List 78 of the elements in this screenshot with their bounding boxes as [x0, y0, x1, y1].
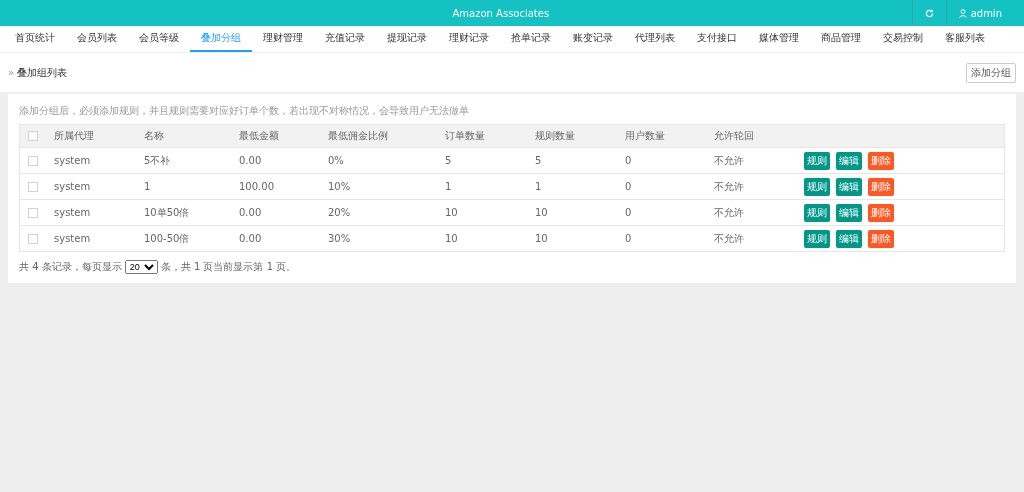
row-checkbox[interactable] [28, 207, 38, 218]
table-cell-text: 1 [445, 181, 453, 192]
row-checkbox[interactable] [28, 155, 38, 166]
page-size-select[interactable]: 20 [124, 260, 158, 274]
column-header: 最低佣金比例 [328, 129, 389, 143]
table-cell-text: 10 [535, 233, 549, 244]
table-cell-text: 0 [625, 207, 633, 218]
app-title: Amazon Associates [452, 7, 550, 19]
pager-text: 条，共 1 页当前显示第 1 页。 [160, 260, 297, 274]
table-cell-text: 20% [328, 207, 352, 218]
nav-tab[interactable]: 理财管理 [252, 26, 314, 52]
table-cell-text: 不允许 [714, 179, 745, 194]
column-header: 允许轮回 [714, 129, 755, 143]
table-cell-text: system [54, 181, 92, 192]
nav-tab[interactable]: 会员等级 [128, 26, 190, 52]
table-cell-text: 0.00 [239, 155, 263, 166]
table-cell-text: system [54, 207, 92, 218]
table-cell-text: 100.00 [239, 181, 275, 192]
table-cell-text: 5不补 [144, 153, 172, 168]
nav-tab[interactable]: 商品管理 [810, 26, 872, 52]
table-cell-text: system [54, 155, 92, 166]
rules-button[interactable]: 规则 [804, 203, 830, 222]
table-cell-text: 10单50倍 [144, 205, 191, 220]
nav-tab[interactable]: 支付接口 [686, 26, 748, 52]
nav-tab[interactable]: 首页统计 [4, 26, 66, 52]
column-header: 名称 [144, 129, 165, 143]
table-cell-text: 0.00 [239, 233, 263, 244]
nav-tab[interactable]: 提现记录 [376, 26, 438, 52]
nav-tab[interactable]: 客服列表 [934, 26, 996, 52]
table-cell-text: 不允许 [714, 153, 745, 168]
table-cell-text: 10 [535, 207, 549, 218]
table-cell-text: 不允许 [714, 205, 745, 220]
nav-tab[interactable]: 代理列表 [624, 26, 686, 52]
rules-button[interactable]: 规则 [804, 177, 830, 196]
edit-button[interactable]: 编辑 [836, 177, 862, 196]
table-cell-text: 0.00 [239, 207, 263, 218]
nav-tab[interactable]: 抢单记录 [500, 26, 562, 52]
edit-button[interactable]: 编辑 [836, 229, 862, 248]
hint-text: 添加分组后，必须添加规则，并且规则需要对应好订单个数，若出现不对称情况，会导致用户无法做单 [19, 104, 470, 118]
column-header: 规则数量 [535, 129, 576, 143]
table-cell-text: 0 [625, 181, 633, 192]
breadcrumb: 叠加组列表 [17, 65, 68, 80]
edit-button[interactable]: 编辑 [836, 203, 862, 222]
rules-button[interactable]: 规则 [804, 151, 830, 170]
rules-button[interactable]: 规则 [804, 229, 830, 248]
table-cell-text: 5 [445, 155, 453, 166]
table-cell-text: 10 [445, 207, 459, 218]
table-cell-text: 5 [535, 155, 543, 166]
select-all-checkbox[interactable] [28, 131, 38, 141]
column-header: 用户数量 [625, 129, 666, 143]
nav-tab[interactable]: 媒体管理 [748, 26, 810, 52]
table-cell-text: 0 [625, 233, 633, 244]
chevron-icon: » [8, 67, 15, 78]
table-cell-text: 1 [144, 181, 152, 192]
table-cell-text: system [54, 233, 92, 244]
nav-tab[interactable]: 充值记录 [314, 26, 376, 52]
add-group-button[interactable]: 添加分组 [966, 62, 1016, 83]
table-cell-text: 10 [445, 233, 459, 244]
table-cell-text: 1 [535, 181, 543, 192]
column-header: 所属代理 [54, 129, 95, 143]
nav-tab[interactable]: 理财记录 [438, 26, 500, 52]
nav-tab[interactable]: 账变记录 [562, 26, 624, 52]
column-header: 最低金额 [239, 129, 280, 143]
row-checkbox[interactable] [28, 233, 38, 244]
table-cell-text: 100-50倍 [144, 231, 191, 246]
row-checkbox[interactable] [28, 181, 38, 192]
refresh-icon [924, 8, 934, 18]
user-icon [958, 8, 967, 18]
table-cell-text: 0% [328, 155, 345, 166]
column-header: 订单数量 [445, 129, 486, 143]
nav-tab[interactable]: 交易控制 [872, 26, 934, 52]
table-cell-text: 30% [328, 233, 352, 244]
table-cell-text: 0 [625, 155, 633, 166]
edit-button[interactable]: 编辑 [836, 151, 862, 170]
pager-text: 共 4 条记录，每页显示 [19, 260, 122, 274]
table-cell-text: 不允许 [714, 231, 745, 246]
table-cell-text: 10% [328, 181, 352, 192]
nav-tab[interactable]: 会员列表 [66, 26, 128, 52]
